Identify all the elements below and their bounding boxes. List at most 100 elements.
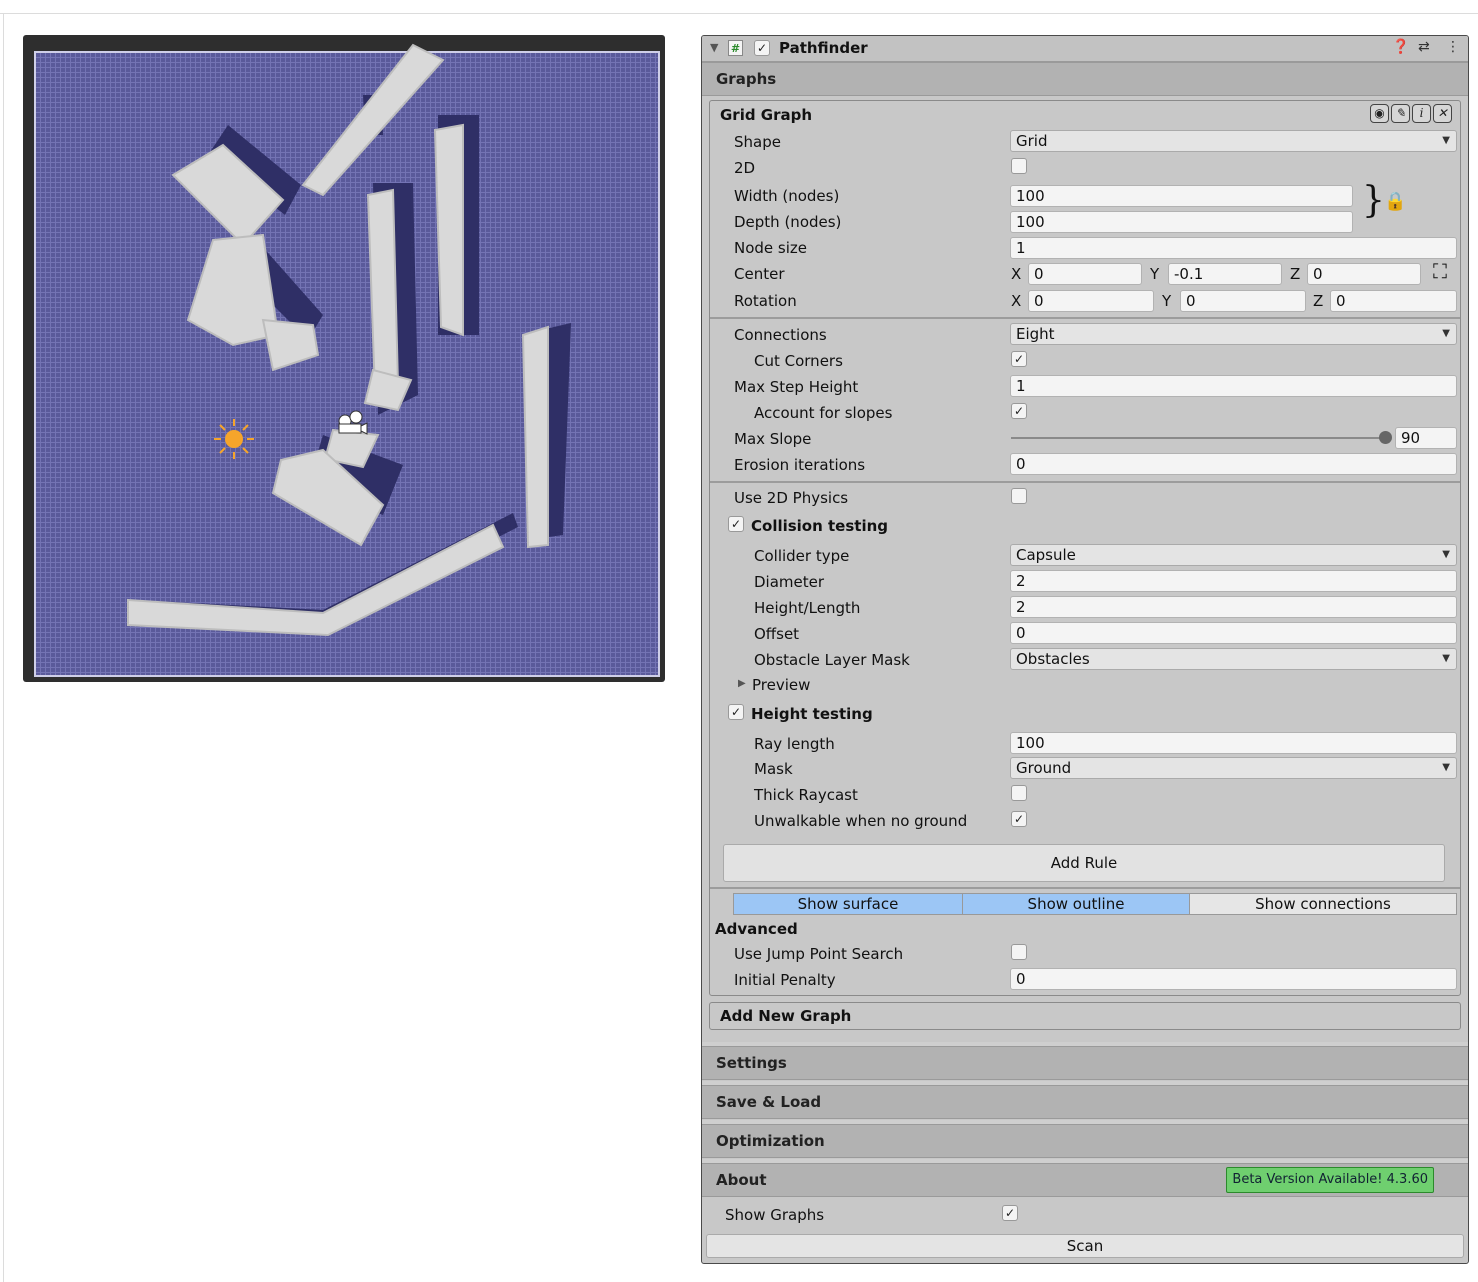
width-field[interactable]: 100 (1010, 185, 1353, 207)
chevron-down-icon: ▼ (1442, 762, 1450, 773)
component-header[interactable]: ▼ # ✓ Pathfinder ❓ ⇄ ⋮ (702, 36, 1468, 62)
diameter-label: Diameter (754, 573, 825, 591)
max-slope-label: Max Slope (734, 430, 812, 448)
divider (710, 317, 1460, 319)
add-new-graph-foldout[interactable]: Add New Graph (709, 1002, 1461, 1030)
show-connections-toggle[interactable]: Show connections (1189, 893, 1457, 915)
pencil-icon[interactable]: ✎ (1391, 104, 1410, 123)
cut-corners-label: Cut Corners (754, 352, 843, 370)
height-testing-label: Height testing (751, 705, 873, 723)
scene-view[interactable] (23, 35, 665, 682)
width-label: Width (nodes) (734, 187, 840, 205)
thick-raycast-label: Thick Raycast (754, 786, 858, 804)
initial-penalty-field[interactable]: 0 (1010, 968, 1457, 990)
unwalkable-label: Unwalkable when no ground (754, 812, 968, 830)
info-icon[interactable]: i (1412, 104, 1431, 123)
shape-value: Grid (1016, 132, 1048, 150)
cut-corners-checkbox[interactable]: ✓ (1011, 351, 1027, 367)
ray-length-label: Ray length (754, 735, 835, 753)
height-length-field[interactable]: 2 (1010, 596, 1457, 618)
shape-label: Shape (734, 133, 781, 151)
center-y-field[interactable]: -0.1 (1168, 263, 1282, 285)
eye-icon[interactable]: ◉ (1370, 104, 1389, 123)
use-2d-physics-checkbox[interactable] (1011, 488, 1027, 504)
help-icon[interactable]: ❓ (1392, 39, 1409, 55)
center-x-axis-label: X (1011, 265, 1022, 283)
close-icon[interactable]: ✕ (1433, 104, 1452, 123)
save-load-section[interactable]: Save & Load (702, 1085, 1468, 1119)
node-size-label: Node size (734, 239, 808, 257)
depth-label: Depth (nodes) (734, 213, 842, 231)
show-surface-toggle[interactable]: Show surface (733, 893, 963, 915)
component-enabled-checkbox[interactable]: ✓ (754, 40, 770, 56)
mask-label: Mask (754, 760, 793, 778)
rotation-x-field[interactable]: 0 (1028, 290, 1154, 312)
use-2d-physics-label: Use 2D Physics (734, 489, 849, 507)
show-outline-toggle[interactable]: Show outline (962, 893, 1190, 915)
divider (710, 481, 1460, 483)
foldout-arrow-icon[interactable]: ▼ (710, 41, 718, 54)
optimization-section[interactable]: Optimization (702, 1124, 1468, 1158)
add-rule-button[interactable]: Add Rule (723, 844, 1445, 882)
collision-testing-checkbox[interactable]: ✓ (728, 516, 744, 532)
max-slope-slider-thumb[interactable] (1379, 431, 1392, 444)
center-x-field[interactable]: 0 (1028, 263, 1142, 285)
account-for-slopes-label: Account for slopes (754, 404, 893, 422)
max-slope-slider-track[interactable] (1011, 437, 1385, 439)
show-graphs-checkbox[interactable]: ✓ (1002, 1205, 1018, 1221)
chevron-down-icon: ▼ (1442, 653, 1450, 664)
height-length-label: Height/Length (754, 599, 861, 617)
center-y-axis-label: Y (1150, 265, 1160, 283)
collider-type-label: Collider type (754, 547, 850, 565)
unwalkable-checkbox[interactable]: ✓ (1011, 811, 1027, 827)
chevron-down-icon: ▼ (1442, 135, 1450, 146)
save-load-section-label: Save & Load (716, 1093, 822, 1111)
preset-icon[interactable]: ⇄ (1418, 39, 1430, 55)
grid-graph-title: Grid Graph (720, 106, 813, 124)
max-slope-field[interactable]: 90 (1395, 427, 1457, 449)
rotation-z-field[interactable]: 0 (1330, 290, 1457, 312)
offset-field[interactable]: 0 (1010, 622, 1457, 644)
scan-button[interactable]: Scan (706, 1234, 1464, 1258)
center-z-field[interactable]: 0 (1307, 263, 1421, 285)
account-for-slopes-checkbox[interactable]: ✓ (1011, 403, 1027, 419)
lock-icon[interactable]: 🔒 (1384, 191, 1406, 212)
jump-point-checkbox[interactable] (1011, 944, 1027, 960)
about-section-label: About (716, 1171, 767, 1189)
preview-foldout-icon[interactable]: ▶ (738, 678, 746, 689)
shape-dropdown[interactable]: Grid ▼ (1010, 130, 1457, 152)
settings-section[interactable]: Settings (702, 1046, 1468, 1080)
show-graphs-label: Show Graphs (725, 1206, 825, 1224)
2d-checkbox[interactable] (1011, 158, 1027, 174)
rotation-y-field[interactable]: 0 (1180, 290, 1306, 312)
collider-type-dropdown[interactable]: Capsule ▼ (1010, 544, 1457, 566)
sun-light-icon[interactable] (214, 419, 254, 459)
divider (710, 887, 1460, 889)
center-label: Center (734, 265, 785, 283)
connections-dropdown[interactable]: Eight ▼ (1010, 323, 1457, 345)
initial-penalty-label: Initial Penalty (734, 971, 836, 989)
ray-length-field[interactable]: 100 (1010, 732, 1457, 754)
erosion-field[interactable]: 0 (1010, 453, 1457, 475)
graphs-section[interactable]: Graphs (702, 62, 1468, 96)
add-new-graph-label: Add New Graph (720, 1007, 852, 1025)
thick-raycast-checkbox[interactable] (1011, 785, 1027, 801)
depth-field[interactable]: 100 (1010, 211, 1353, 233)
mask-dropdown[interactable]: Ground ▼ (1010, 757, 1457, 779)
obstacle-mask-dropdown[interactable]: Obstacles ▼ (1010, 648, 1457, 670)
snap-bounds-icon[interactable]: ⛶ (1433, 259, 1447, 283)
node-size-field[interactable]: 1 (1010, 237, 1457, 259)
rotation-z-axis-label: Z (1313, 292, 1324, 310)
offset-label: Offset (754, 625, 800, 643)
beta-version-badge[interactable]: Beta Version Available! 4.3.60 (1226, 1167, 1434, 1193)
about-section[interactable]: About Beta Version Available! 4.3.60 (702, 1163, 1468, 1197)
preview-foldout-label[interactable]: Preview (752, 676, 810, 694)
scene-canvas[interactable] (23, 35, 665, 682)
max-step-height-field[interactable]: 1 (1010, 375, 1457, 397)
height-testing-checkbox[interactable]: ✓ (728, 704, 744, 720)
obstacle-mask-value: Obstacles (1016, 650, 1090, 668)
mask-value: Ground (1016, 759, 1072, 777)
grid-graph-icons: ◉ ✎ i ✕ (1370, 104, 1452, 123)
kebab-menu-icon[interactable]: ⋮ (1446, 39, 1460, 55)
diameter-field[interactable]: 2 (1010, 570, 1457, 592)
